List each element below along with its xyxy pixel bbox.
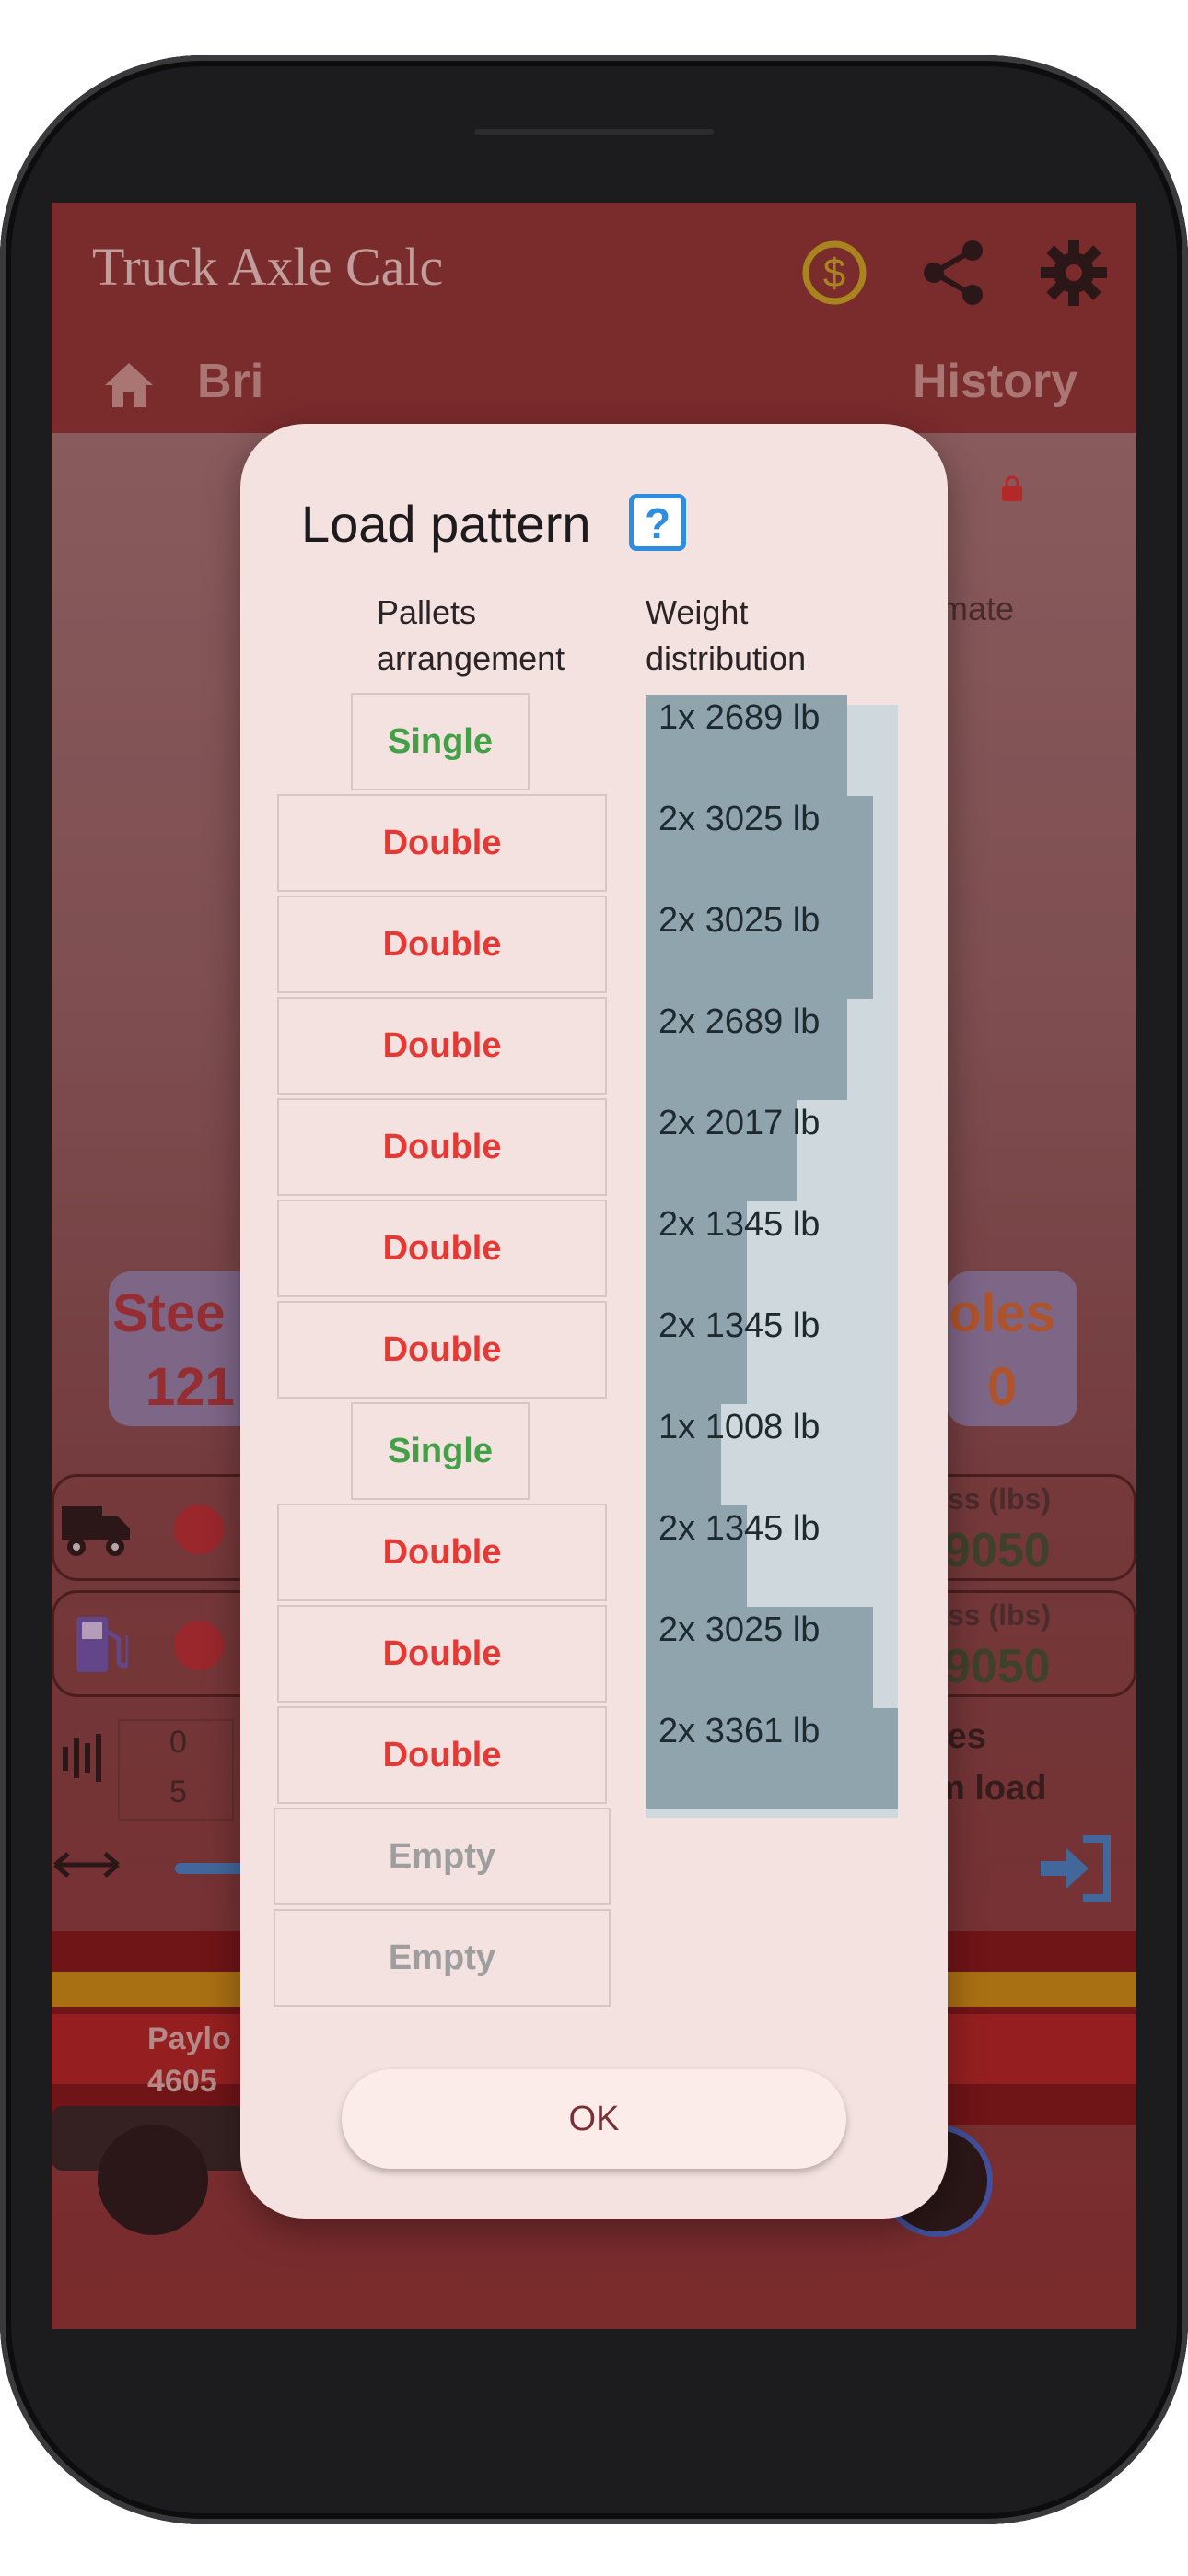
pallet-row-double[interactable]: Double xyxy=(277,1200,607,1297)
weight-column-header: Weight distribution xyxy=(646,593,807,677)
weight-label: 2x 2689 lb xyxy=(658,1002,821,1041)
weight-label: 2x 3361 lb xyxy=(658,1712,821,1751)
weight-label: 2x 2017 lb xyxy=(658,1104,821,1142)
ok-button[interactable]: OK xyxy=(342,2069,846,2169)
pallet-row-empty[interactable]: Empty xyxy=(274,1808,611,1905)
load-pattern-dialog: Load pattern ? Pallets arrangement Weigh… xyxy=(240,424,948,2219)
help-button[interactable]: ? xyxy=(629,494,686,551)
pallet-row-double[interactable]: Double xyxy=(277,1504,607,1601)
pallet-row-double[interactable]: Double xyxy=(277,1706,607,1804)
pallet-row-single[interactable]: Single xyxy=(351,693,530,790)
weight-distribution-chart: 1x 2689 lb 2x 3025 lb 2x 3025 lb 2x 2689 lb… xyxy=(646,695,898,1818)
pallets-column-header: Pallets arrangement xyxy=(377,593,565,677)
pallet-row-double[interactable]: Double xyxy=(277,794,607,892)
dialog-title: Load pattern xyxy=(301,495,591,553)
pallet-row-double[interactable]: Double xyxy=(277,896,607,993)
weight-label: 2x 1345 lb xyxy=(658,1509,821,1548)
weight-label: 1x 1008 lb xyxy=(658,1408,821,1446)
weight-label: 1x 2689 lb xyxy=(658,698,821,737)
pallet-row-empty[interactable]: Empty xyxy=(274,1909,611,2007)
speaker-grille xyxy=(474,129,714,135)
weight-label: 2x 3025 lb xyxy=(658,901,821,940)
weight-label: 2x 3025 lb xyxy=(658,800,821,838)
weight-label: 2x 1345 lb xyxy=(658,1205,821,1244)
weight-label: 2x 3025 lb xyxy=(658,1610,821,1649)
weight-label: 2x 1345 lb xyxy=(658,1306,821,1345)
pallet-row-double[interactable]: Double xyxy=(277,997,607,1095)
pallet-row-double[interactable]: Double xyxy=(277,1301,607,1399)
pallet-row-double[interactable]: Double xyxy=(277,1098,607,1196)
pallet-row-double[interactable]: Double xyxy=(277,1605,607,1703)
pallet-row-single[interactable]: Single xyxy=(351,1402,530,1500)
app-screen: Truck Axle Calc $ Bri History mate Stee … xyxy=(52,203,1136,2329)
